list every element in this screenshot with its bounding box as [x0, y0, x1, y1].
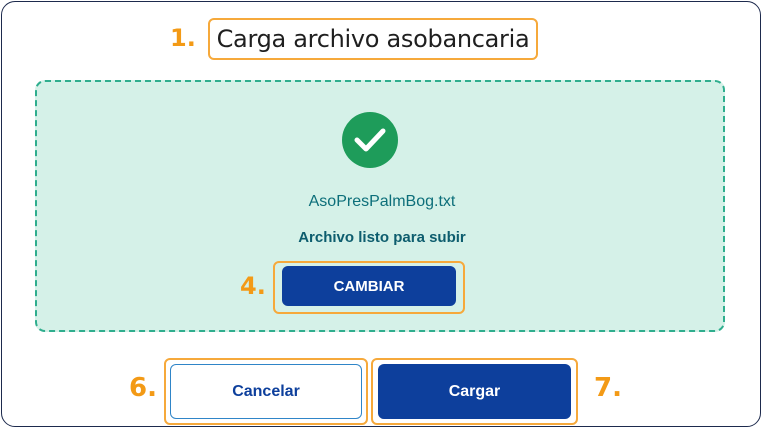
dialog-title: Carga archivo asobancaria — [216, 25, 530, 53]
change-file-button[interactable]: CAMBIAR — [282, 266, 456, 306]
step-marker-4: 4. — [240, 272, 266, 300]
step-marker-1: 1. — [170, 24, 196, 52]
check-circle-icon — [342, 112, 398, 168]
step-marker-6: 6. — [129, 373, 157, 403]
title-highlight: Carga archivo asobancaria — [208, 18, 538, 60]
uploaded-filename: AsoPresPalmBog.txt — [308, 193, 456, 210]
upload-status-text: Archivo listo para subir — [298, 229, 466, 246]
upload-button[interactable]: Cargar — [378, 364, 571, 419]
step-marker-7: 7. — [594, 373, 622, 403]
cancel-button[interactable]: Cancelar — [170, 364, 362, 419]
